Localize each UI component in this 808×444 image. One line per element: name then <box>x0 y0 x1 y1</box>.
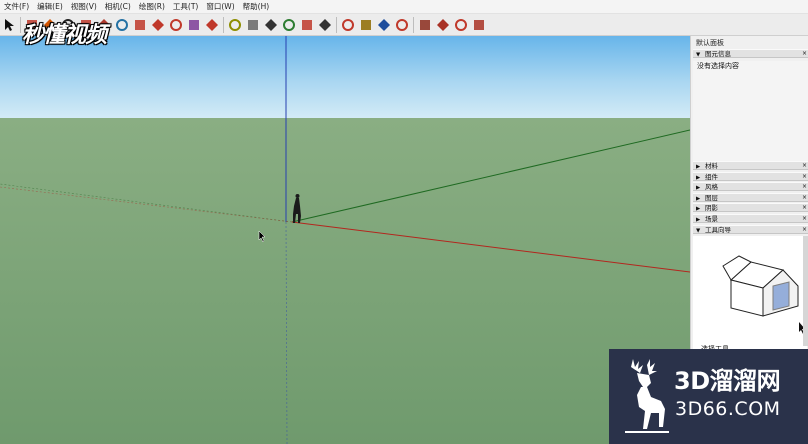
protractor-tool-icon[interactable] <box>281 17 297 33</box>
offset-tool-icon[interactable] <box>204 17 220 33</box>
panel-header-label: 阴影 <box>705 204 718 213</box>
panel-header-entity-info[interactable]: ▼ 图元信息 × <box>693 49 808 58</box>
expand-arrow-icon: ▶ <box>696 206 701 213</box>
expand-arrow-icon: ▶ <box>696 185 701 192</box>
extension-warehouse-icon[interactable] <box>435 17 451 33</box>
panel-header-label: 风格 <box>705 183 718 192</box>
panel-header-section[interactable]: ▶ 场景 × <box>693 214 808 223</box>
move-tool-icon[interactable] <box>150 17 166 33</box>
panel-header-instructor[interactable]: ▼ 工具向导 × <box>693 225 808 234</box>
brand-watermark: 3D溜溜网 3D66.COM <box>609 349 808 444</box>
entity-info-body: 没有选择内容 <box>693 61 808 162</box>
select-tool-icon[interactable] <box>1 17 17 33</box>
close-icon[interactable]: × <box>802 50 807 58</box>
panel-header-section[interactable]: ▶ 组件 × <box>693 171 808 181</box>
collapse-arrow-icon: ▼ <box>696 52 701 58</box>
close-icon[interactable]: × <box>802 194 807 202</box>
warehouse-icon[interactable] <box>417 17 433 33</box>
watermark-logo-text: 秒懂视频 <box>22 23 107 48</box>
menu-item[interactable]: 工具(T) <box>169 0 202 14</box>
main-toolbar <box>0 14 808 36</box>
collapse-arrow-icon: ▼ <box>696 228 701 234</box>
ruby-console-icon[interactable] <box>471 17 487 33</box>
menu-item[interactable]: 文件(F) <box>0 0 33 14</box>
toolbar-separator <box>223 17 224 33</box>
panel-header-section[interactable]: ▶ 图层 × <box>693 192 808 202</box>
panel-header-section[interactable]: ▶ 材料 × <box>693 161 808 170</box>
panel-header-label: 图层 <box>705 193 718 202</box>
toolbar-separator <box>336 17 337 33</box>
menu-item[interactable]: 视图(V) <box>67 0 101 14</box>
panel-header-section[interactable]: ▶ 风格 × <box>693 182 808 192</box>
axes-tool-icon[interactable] <box>299 17 315 33</box>
brand-domain: 3D66.COM <box>675 398 781 420</box>
menu-item[interactable]: 绘图(R) <box>135 0 169 14</box>
rotate-tool-icon[interactable] <box>168 17 184 33</box>
close-icon[interactable]: × <box>802 204 807 212</box>
zoom-extents-tool-icon[interactable] <box>394 17 410 33</box>
entity-info-status: 没有选择内容 <box>697 62 739 70</box>
deer-logo-icon <box>625 359 669 433</box>
expand-arrow-icon: ▶ <box>696 217 701 223</box>
scale-tool-icon[interactable] <box>186 17 202 33</box>
panel-header-label: 场景 <box>705 215 718 223</box>
instructor-illustration <box>722 255 805 334</box>
panel-header-label: 组件 <box>705 172 718 181</box>
panel-header-label: 工具向导 <box>705 226 731 234</box>
close-icon[interactable]: × <box>802 183 807 191</box>
menu-item[interactable]: 相机(C) <box>101 0 135 14</box>
panel-scrollbar[interactable] <box>803 236 808 346</box>
panel-header-label: 材料 <box>705 162 718 170</box>
ground <box>0 118 690 444</box>
model-viewport[interactable] <box>0 36 690 444</box>
menu-item[interactable]: 帮助(H) <box>239 0 274 14</box>
menu-bar: 文件(F) 编辑(E) 视图(V) 相机(C) 绘图(R) 工具(T) 窗口(W) 帮助(H) <box>0 0 808 14</box>
panel-header-section[interactable]: ▶ 阴影 × <box>693 203 808 213</box>
menu-item[interactable]: 窗口(W) <box>202 0 238 14</box>
share-model-icon[interactable] <box>453 17 469 33</box>
expand-arrow-icon: ▶ <box>696 164 701 170</box>
text-tool-icon[interactable] <box>263 17 279 33</box>
toolbar-separator <box>20 17 21 33</box>
tray-title: 默认面板 <box>696 39 724 47</box>
tape-measure-tool-icon[interactable] <box>227 17 243 33</box>
push-pull-tool-icon[interactable] <box>132 17 148 33</box>
menu-item[interactable]: 编辑(E) <box>33 0 67 14</box>
expand-arrow-icon: ▶ <box>696 174 701 181</box>
close-icon[interactable]: × <box>802 226 807 234</box>
viewport-canvas[interactable] <box>0 36 690 444</box>
watermark-logo: 秒懂视频 <box>22 17 107 49</box>
close-icon[interactable]: × <box>802 215 807 223</box>
close-icon[interactable]: × <box>802 173 807 181</box>
brand-name: 3D溜溜网 <box>674 367 781 395</box>
pan-tool-icon[interactable] <box>358 17 374 33</box>
close-icon[interactable]: × <box>802 162 807 170</box>
circle-tool-icon[interactable] <box>114 17 130 33</box>
orbit-tool-icon[interactable] <box>340 17 356 33</box>
expand-arrow-icon: ▶ <box>696 195 701 202</box>
3d-text-tool-icon[interactable] <box>317 17 333 33</box>
dimension-tool-icon[interactable] <box>245 17 261 33</box>
panel-header-label: 图元信息 <box>705 50 731 58</box>
zoom-tool-icon[interactable] <box>376 17 392 33</box>
toolbar-separator <box>413 17 414 33</box>
